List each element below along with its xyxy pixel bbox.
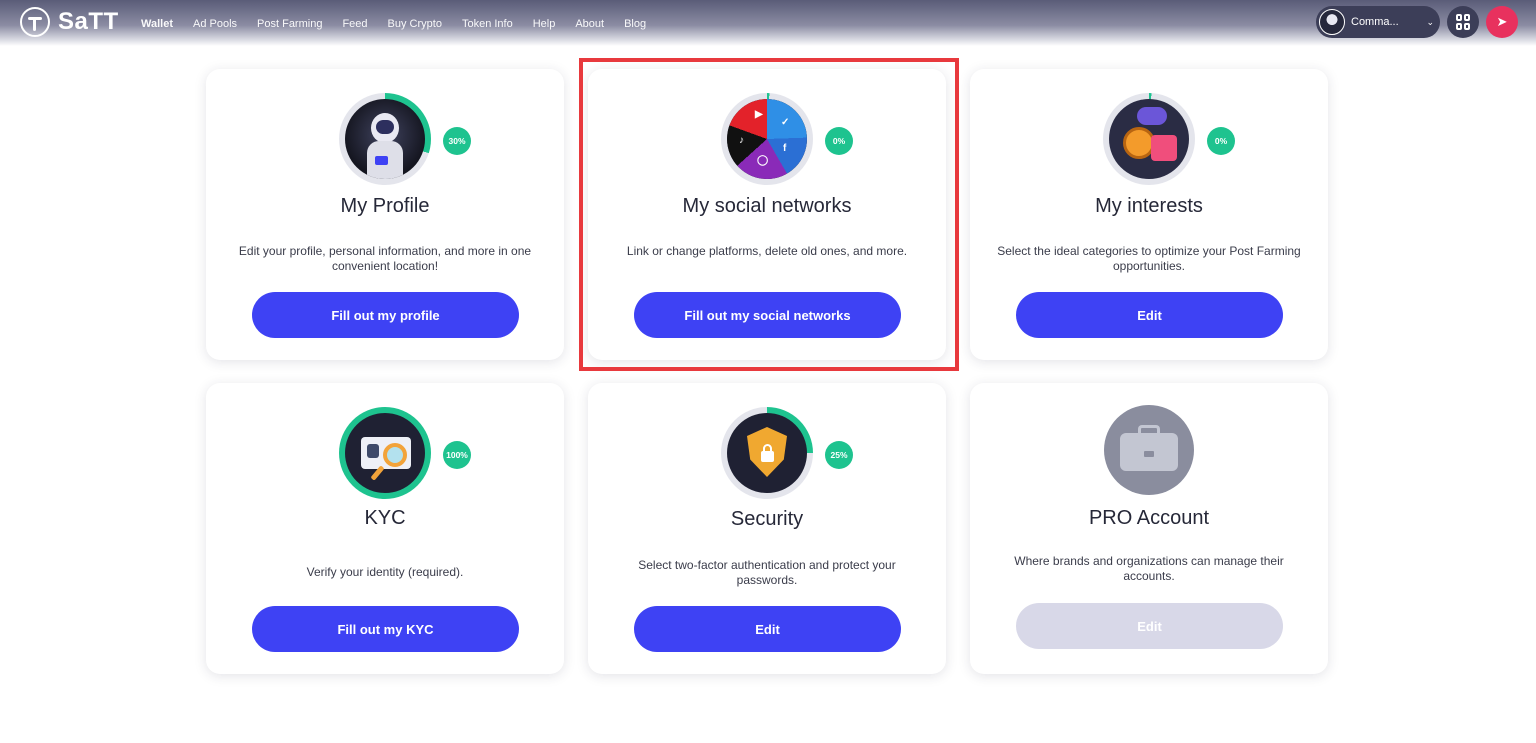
main-nav: Wallet Ad Pools Post Farming Feed Buy Cr…	[141, 18, 666, 30]
card-title: Security	[730, 508, 804, 530]
card-title: My interests	[1095, 195, 1203, 217]
kyc-progress-ring	[339, 407, 431, 499]
profile-progress-ring	[339, 93, 431, 185]
chevron-down-icon: ⌄	[1426, 16, 1434, 27]
profile-avatar-image	[345, 99, 425, 179]
security-shield-icon	[727, 413, 807, 493]
card-my-interests: 0% My interests Select the ideal categor…	[970, 69, 1328, 360]
fill-out-profile-button[interactable]: Fill out my profile	[252, 292, 519, 338]
satt-logo[interactable]: SaTT	[20, 7, 119, 37]
nav-item-about[interactable]: About	[575, 18, 604, 30]
progress-badge: 30%	[443, 127, 471, 155]
tiktok-icon: ♪	[739, 135, 744, 146]
kyc-id-icon	[345, 413, 425, 493]
qr-code-button[interactable]	[1447, 6, 1479, 38]
card-description: Verify your identity (required).	[306, 565, 464, 579]
header-controls: Comma... ⌄ ➤	[1316, 6, 1518, 38]
nav-item-buy-crypto[interactable]: Buy Crypto	[388, 18, 442, 30]
card-title: PRO Account	[1088, 507, 1210, 529]
card-description: Link or change platforms, delete old one…	[626, 244, 908, 258]
progress-badge: 25%	[825, 441, 853, 469]
edit-security-button[interactable]: Edit	[634, 606, 901, 652]
card-description: Select the ideal categories to optimize …	[997, 244, 1301, 273]
card-my-social-networks: ▶ ✓ ♪ f ◯ 0% My social networks Link or …	[588, 69, 946, 360]
card-title: KYC	[364, 507, 406, 529]
nav-item-post-farming[interactable]: Post Farming	[257, 18, 322, 30]
gift-button[interactable]: ➤	[1486, 6, 1518, 38]
briefcase-icon	[1104, 405, 1194, 495]
social-networks-icon: ▶ ✓ ♪ f ◯	[727, 99, 807, 179]
nav-item-token-info[interactable]: Token Info	[462, 18, 513, 30]
card-my-profile: 30% My Profile Edit your profile, person…	[206, 69, 564, 360]
facebook-icon: f	[783, 143, 787, 154]
card-description: Edit your profile, personal information,…	[238, 244, 532, 273]
top-navigation-bar: SaTT Wallet Ad Pools Post Farming Feed B…	[0, 0, 1536, 46]
nav-item-wallet[interactable]: Wallet	[141, 18, 173, 30]
card-description: Where brands and organizations can manag…	[1014, 554, 1284, 583]
card-pro-account: PRO Account Where brands and organizatio…	[970, 383, 1328, 674]
avatar	[1319, 9, 1345, 35]
nav-item-help[interactable]: Help	[533, 18, 556, 30]
satt-logo-icon	[20, 7, 50, 37]
card-kyc: 100% KYC Verify your identity (required)…	[206, 383, 564, 674]
logo-text: SaTT	[58, 8, 119, 35]
card-title: My social networks	[682, 195, 852, 217]
card-description: Select two-factor authentication and pro…	[638, 558, 896, 587]
nav-item-feed[interactable]: Feed	[342, 18, 367, 30]
card-title: My Profile	[340, 195, 430, 217]
edit-interests-button[interactable]: Edit	[1016, 292, 1283, 338]
fill-out-kyc-button[interactable]: Fill out my KYC	[252, 606, 519, 652]
fill-out-social-networks-button[interactable]: Fill out my social networks	[634, 292, 901, 338]
nav-item-blog[interactable]: Blog	[624, 18, 646, 30]
edit-pro-account-button: Edit	[1016, 603, 1283, 649]
social-progress-ring: ▶ ✓ ♪ f ◯	[721, 93, 813, 185]
progress-badge: 100%	[443, 441, 471, 469]
qr-code-icon	[1456, 14, 1470, 30]
interests-progress-ring	[1103, 93, 1195, 185]
card-security: 25% Security Select two-factor authentic…	[588, 383, 946, 674]
progress-badge: 0%	[1207, 127, 1235, 155]
account-name: Comma...	[1351, 16, 1399, 28]
interests-icon	[1109, 99, 1189, 179]
progress-badge: 0%	[825, 127, 853, 155]
gift-icon: ➤	[1496, 14, 1508, 29]
twitter-icon: ✓	[781, 117, 790, 128]
nav-item-ad-pools[interactable]: Ad Pools	[193, 18, 237, 30]
youtube-icon: ▶	[755, 109, 763, 120]
security-progress-ring	[721, 407, 813, 499]
account-menu-button[interactable]: Comma... ⌄	[1316, 6, 1440, 38]
instagram-icon: ◯	[757, 155, 769, 166]
